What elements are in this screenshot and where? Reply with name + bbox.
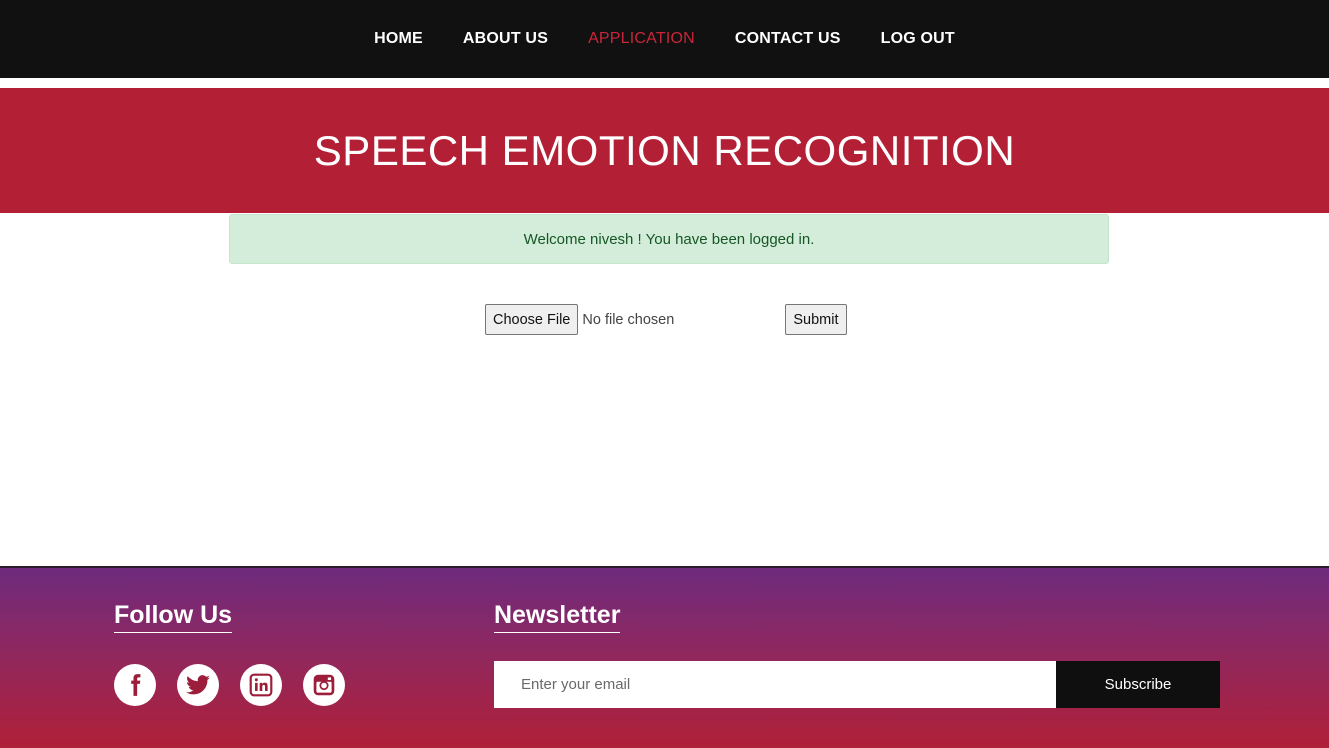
instagram-icon — [313, 674, 335, 696]
instagram-link[interactable] — [303, 664, 345, 706]
nav-application-link[interactable]: APPLICATION — [568, 30, 715, 48]
file-status-text: No file chosen — [582, 311, 675, 328]
submit-button[interactable]: Submit — [785, 304, 847, 335]
subscribe-button[interactable]: Subscribe — [1056, 661, 1220, 708]
linkedin-link[interactable] — [240, 664, 282, 706]
newsletter-heading: Newsletter — [494, 601, 621, 633]
twitter-icon — [186, 675, 210, 695]
alert-message: Welcome nivesh ! You have been logged in… — [523, 230, 815, 248]
nav-contact-link[interactable]: CONTACT US — [715, 30, 861, 48]
login-success-alert: Welcome nivesh ! You have been logged in… — [229, 214, 1109, 264]
divider-strip — [0, 78, 1329, 88]
nav-logout-link[interactable]: LOG OUT — [861, 30, 975, 48]
choose-file-button[interactable]: Choose File — [485, 304, 579, 335]
nav-about-link[interactable]: ABOUT US — [443, 30, 568, 48]
top-navbar: HOME ABOUT US APPLICATION CONTACT US LOG… — [0, 0, 1329, 78]
follow-us-heading: Follow Us — [114, 601, 233, 633]
facebook-link[interactable] — [114, 664, 156, 706]
twitter-link[interactable] — [177, 664, 219, 706]
linkedin-icon — [249, 673, 273, 697]
newsletter-form: Subscribe — [494, 661, 1220, 708]
page-title: SPEECH EMOTION RECOGNITION — [313, 126, 1016, 174]
footer: Follow Us Newsletter Enter your email Su… — [0, 566, 1329, 748]
email-input[interactable] — [494, 661, 1056, 708]
nav-menu: HOME ABOUT US APPLICATION CONTACT US LOG… — [354, 30, 975, 48]
hero-banner: SPEECH EMOTION RECOGNITION — [0, 88, 1329, 213]
audio-upload-form: Choose File No file chosen Submit — [485, 304, 847, 335]
nav-home-link[interactable]: HOME — [354, 30, 443, 48]
social-links — [114, 664, 345, 706]
facebook-icon — [131, 674, 141, 696]
